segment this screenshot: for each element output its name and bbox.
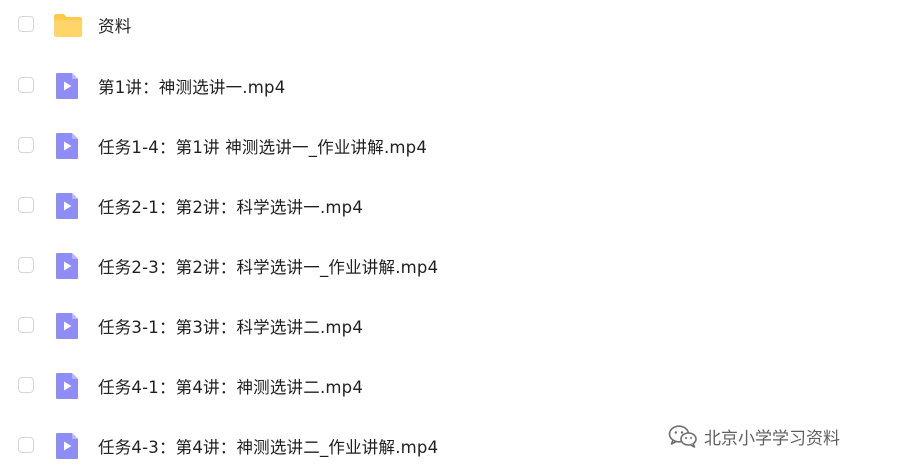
- row-checkbox[interactable]: [18, 377, 34, 393]
- watermark-text: 北京小学学习资料: [704, 428, 840, 449]
- video-file-icon: [53, 72, 81, 100]
- file-row-video[interactable]: 任务4-3：第4讲：神测选讲二_作业讲解.mp4: [0, 416, 640, 476]
- file-name: 第1讲：神测选讲一.mp4: [98, 78, 286, 97]
- file-name: 资料: [98, 17, 132, 36]
- video-file-icon: [53, 132, 81, 160]
- row-checkbox[interactable]: [18, 16, 34, 32]
- row-checkbox[interactable]: [18, 77, 34, 93]
- file-name: 任务2-1：第2讲：科学选讲一.mp4: [98, 198, 364, 217]
- folder-icon: [53, 11, 82, 39]
- file-name: 任务1-4：第1讲 神测选讲一_作业讲解.mp4: [98, 138, 428, 157]
- file-name: 任务2-3：第2讲：科学选讲一_作业讲解.mp4: [98, 258, 439, 277]
- file-row-video[interactable]: 任务4-1：第4讲：神测选讲二.mp4: [0, 356, 640, 416]
- file-row-video[interactable]: 第1讲：神测选讲一.mp4: [0, 56, 640, 116]
- video-file-icon: [53, 312, 81, 340]
- row-checkbox[interactable]: [18, 137, 34, 153]
- file-row-video[interactable]: 任务2-3：第2讲：科学选讲一_作业讲解.mp4: [0, 236, 640, 296]
- file-name: 任务3-1：第3讲：科学选讲二.mp4: [98, 318, 364, 337]
- file-name: 任务4-1：第4讲：神测选讲二.mp4: [98, 378, 364, 397]
- row-checkbox[interactable]: [18, 197, 34, 213]
- file-row-video[interactable]: 任务2-1：第2讲：科学选讲一.mp4: [0, 176, 640, 236]
- file-row-video[interactable]: 任务1-4：第1讲 神测选讲一_作业讲解.mp4: [0, 116, 640, 176]
- row-checkbox[interactable]: [18, 317, 34, 333]
- watermark: 北京小学学习资料: [668, 422, 840, 450]
- video-file-icon: [53, 192, 81, 220]
- file-row-folder[interactable]: 资料: [0, 0, 640, 55]
- file-name: 任务4-3：第4讲：神测选讲二_作业讲解.mp4: [98, 438, 439, 457]
- row-checkbox[interactable]: [18, 257, 34, 273]
- row-checkbox[interactable]: [18, 437, 34, 453]
- file-row-video[interactable]: 任务3-1：第3讲：科学选讲二.mp4: [0, 296, 640, 356]
- file-list: 资料 第1讲：神测选讲一.mp4 任务1-4：第1讲 神测选讲一_作业讲解.mp…: [0, 0, 910, 474]
- video-file-icon: [53, 372, 81, 400]
- video-file-icon: [53, 252, 81, 280]
- wechat-icon: [668, 424, 704, 448]
- video-file-icon: [53, 432, 81, 460]
